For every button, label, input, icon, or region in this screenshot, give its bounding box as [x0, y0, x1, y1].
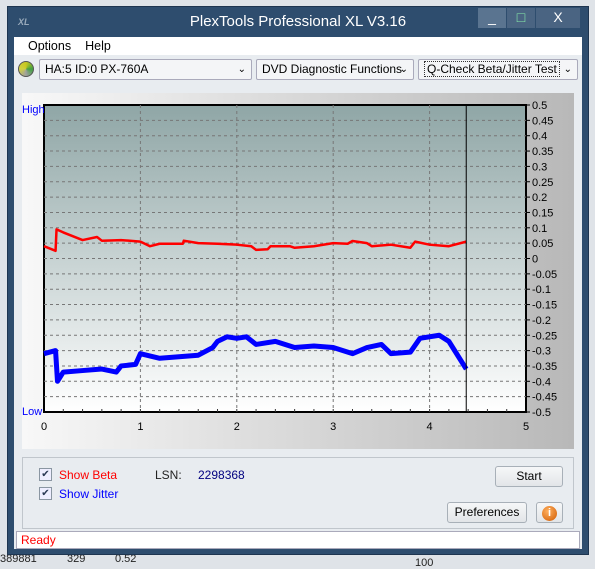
y-tick-label: 0.3 [532, 161, 547, 173]
close-button[interactable]: X [536, 8, 580, 28]
x-tick-label: 5 [523, 421, 529, 433]
drive-select[interactable]: HA:5 ID:0 PX-760A ⌄ [39, 59, 252, 80]
status-bar: Ready [16, 531, 580, 549]
y-tick-label: 0.4 [532, 131, 547, 143]
menu-bar: Options Help [14, 37, 582, 55]
show-beta-checkbox[interactable]: ✔ [39, 468, 52, 481]
x-tick-label: 2 [234, 421, 240, 433]
y-tick-label: -0.15 [532, 300, 557, 312]
app-window: XL PlexTools Professional XL V3.16 _ □ X… [7, 6, 589, 555]
preferences-button[interactable]: Preferences [447, 502, 527, 523]
maximize-button[interactable]: □ [507, 8, 535, 28]
category-select[interactable]: DVD Diagnostic Functions ⌄ [256, 59, 414, 80]
show-beta-label: Show Beta [59, 468, 118, 482]
y-tick-label: 0.45 [532, 115, 553, 127]
client-area: Options Help HA:5 ID:0 PX-760A ⌄ DVD Diag… [14, 37, 582, 549]
drive-value: HA:5 ID:0 PX-760A [45, 62, 149, 76]
test-value: Q-Check Beta/Jitter Test [424, 61, 560, 77]
y-tick-label: 0.2 [532, 192, 547, 204]
y-tick-label: -0.05 [532, 269, 557, 281]
info-icon: i [542, 506, 557, 521]
chart-panel: 0.5 0.45 0.4 0.35 0.3 0.25 0.2 0.15 0.1 0.05 0 -0.0… [22, 93, 574, 449]
y-tick-label: -0.45 [532, 392, 557, 404]
y-tick-label: 0.35 [532, 146, 553, 158]
bg-text: 100 [415, 557, 434, 569]
menu-help[interactable]: Help [85, 37, 111, 55]
y-tick-label: -0.1 [532, 284, 551, 296]
chevron-down-icon: ⌄ [399, 64, 408, 75]
y-tick-label: 0.25 [532, 177, 553, 189]
toolbar: HA:5 ID:0 PX-760A ⌄ DVD Diagnostic Functi… [14, 59, 582, 81]
y-tick-label: 0 [532, 254, 538, 266]
x-tick-label: 3 [330, 421, 336, 433]
info-button[interactable]: i [536, 502, 563, 523]
beta-jitter-chart: 0.5 0.45 0.4 0.35 0.3 0.25 0.2 0.15 0.1 0.05 0 -0.0… [22, 100, 557, 433]
show-jitter-label: Show Jitter [59, 487, 119, 501]
y-tick-label: 0.05 [532, 238, 553, 250]
x-tick-label: 0 [41, 421, 47, 433]
minimize-button[interactable]: _ [478, 8, 506, 28]
test-select[interactable]: Q-Check Beta/Jitter Test ⌄ [418, 59, 578, 80]
controls-panel: ✔ Show Beta ✔ Show Jitter LSN: 2298368 S… [22, 457, 574, 529]
chevron-down-icon: ⌄ [563, 64, 572, 75]
x-tick-label: 1 [137, 421, 143, 433]
lsn-value: 2298368 [198, 468, 245, 482]
high-label: High [22, 104, 45, 116]
y-tick-label: 0.5 [532, 100, 547, 112]
show-jitter-checkbox[interactable]: ✔ [39, 487, 52, 500]
y-tick-label: -0.4 [532, 376, 551, 388]
x-tick-label: 4 [427, 421, 433, 433]
low-label: Low [22, 406, 42, 418]
y-tick-label: -0.3 [532, 346, 551, 358]
chevron-down-icon: ⌄ [237, 64, 246, 75]
y-tick-label: -0.2 [532, 315, 551, 327]
y-tick-label: -0.35 [532, 361, 557, 373]
disc-icon [18, 61, 34, 77]
start-button[interactable]: Start [495, 466, 563, 487]
y-tick-label: -0.5 [532, 407, 551, 419]
y-tick-label: 0.1 [532, 223, 547, 235]
lsn-label: LSN: [155, 468, 182, 482]
category-value: DVD Diagnostic Functions [262, 62, 403, 76]
y-tick-label: 0.15 [532, 207, 553, 219]
y-tick-label: -0.25 [532, 330, 557, 342]
menu-options[interactable]: Options [28, 37, 71, 55]
